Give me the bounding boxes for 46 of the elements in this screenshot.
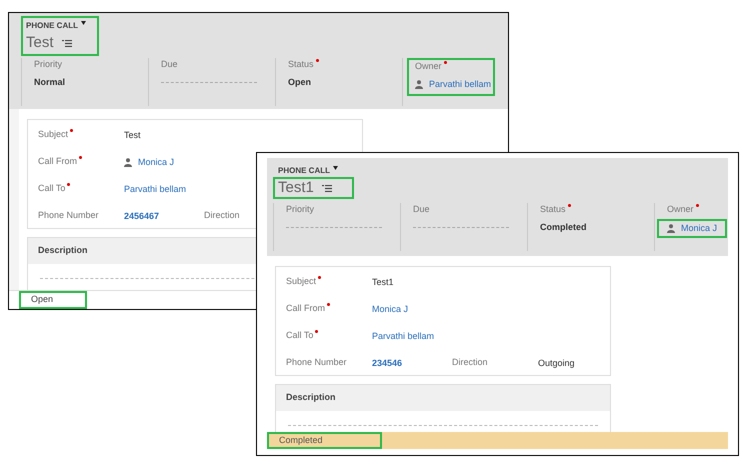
field-value: Normal <box>34 76 66 88</box>
entity-label: PHONE CALL <box>26 20 78 32</box>
person-link[interactable]: Parvathi bellam <box>429 78 492 91</box>
field-label: Direction <box>204 209 240 222</box>
field-label: Call From <box>286 302 326 315</box>
caret-icon[interactable] <box>333 166 338 170</box>
header-field-label: Due <box>413 203 430 216</box>
header-field-label: Status <box>288 58 314 71</box>
field-label: Subject <box>286 275 316 288</box>
field-value: Outgoing <box>538 357 575 370</box>
field-value: Test1 <box>372 276 394 289</box>
field-link[interactable]: Parvathi bellam <box>124 183 186 196</box>
header-field-label: Priority <box>34 58 62 71</box>
phone-number-link[interactable]: 2456467 <box>124 210 160 224</box>
menu-icon[interactable] <box>62 40 72 46</box>
phone-number-link[interactable]: 234546 <box>372 357 402 370</box>
field-value: Completed <box>540 220 587 234</box>
status-text: Completed <box>267 432 382 449</box>
person-link[interactable]: Monica J <box>138 156 174 170</box>
field-value: Open <box>288 76 312 89</box>
entity-label: PHONE CALL <box>278 165 330 177</box>
field-label: Direction <box>452 356 488 369</box>
field-link[interactable]: Parvathi bellam <box>372 330 434 344</box>
field-link[interactable]: Monica J <box>372 303 408 316</box>
person-icon <box>124 158 132 168</box>
caret-icon[interactable] <box>81 21 86 25</box>
record-title: Test <box>26 34 54 52</box>
header-field-label: Status <box>540 203 566 216</box>
field-label: Phone Number <box>286 356 347 369</box>
field-value: Test <box>124 129 141 142</box>
person-icon <box>667 224 675 233</box>
header-field-label: Owner <box>667 203 694 216</box>
field-label: Subject <box>38 128 68 141</box>
field-label: Call To <box>38 182 66 195</box>
section-title: Description <box>286 391 336 404</box>
menu-icon[interactable] <box>322 184 332 192</box>
header-field-label: Priority <box>286 203 314 216</box>
header-field-label: Owner <box>415 60 442 73</box>
status-text: Open <box>19 291 87 309</box>
record-title: Test1 <box>278 179 314 197</box>
field-label: Call From <box>38 155 78 168</box>
field-label: Call To <box>286 329 314 342</box>
field-label: Phone Number <box>38 209 99 222</box>
header-field-label: Due <box>161 58 178 71</box>
section-title: Description <box>38 244 88 258</box>
person-icon <box>415 80 423 89</box>
